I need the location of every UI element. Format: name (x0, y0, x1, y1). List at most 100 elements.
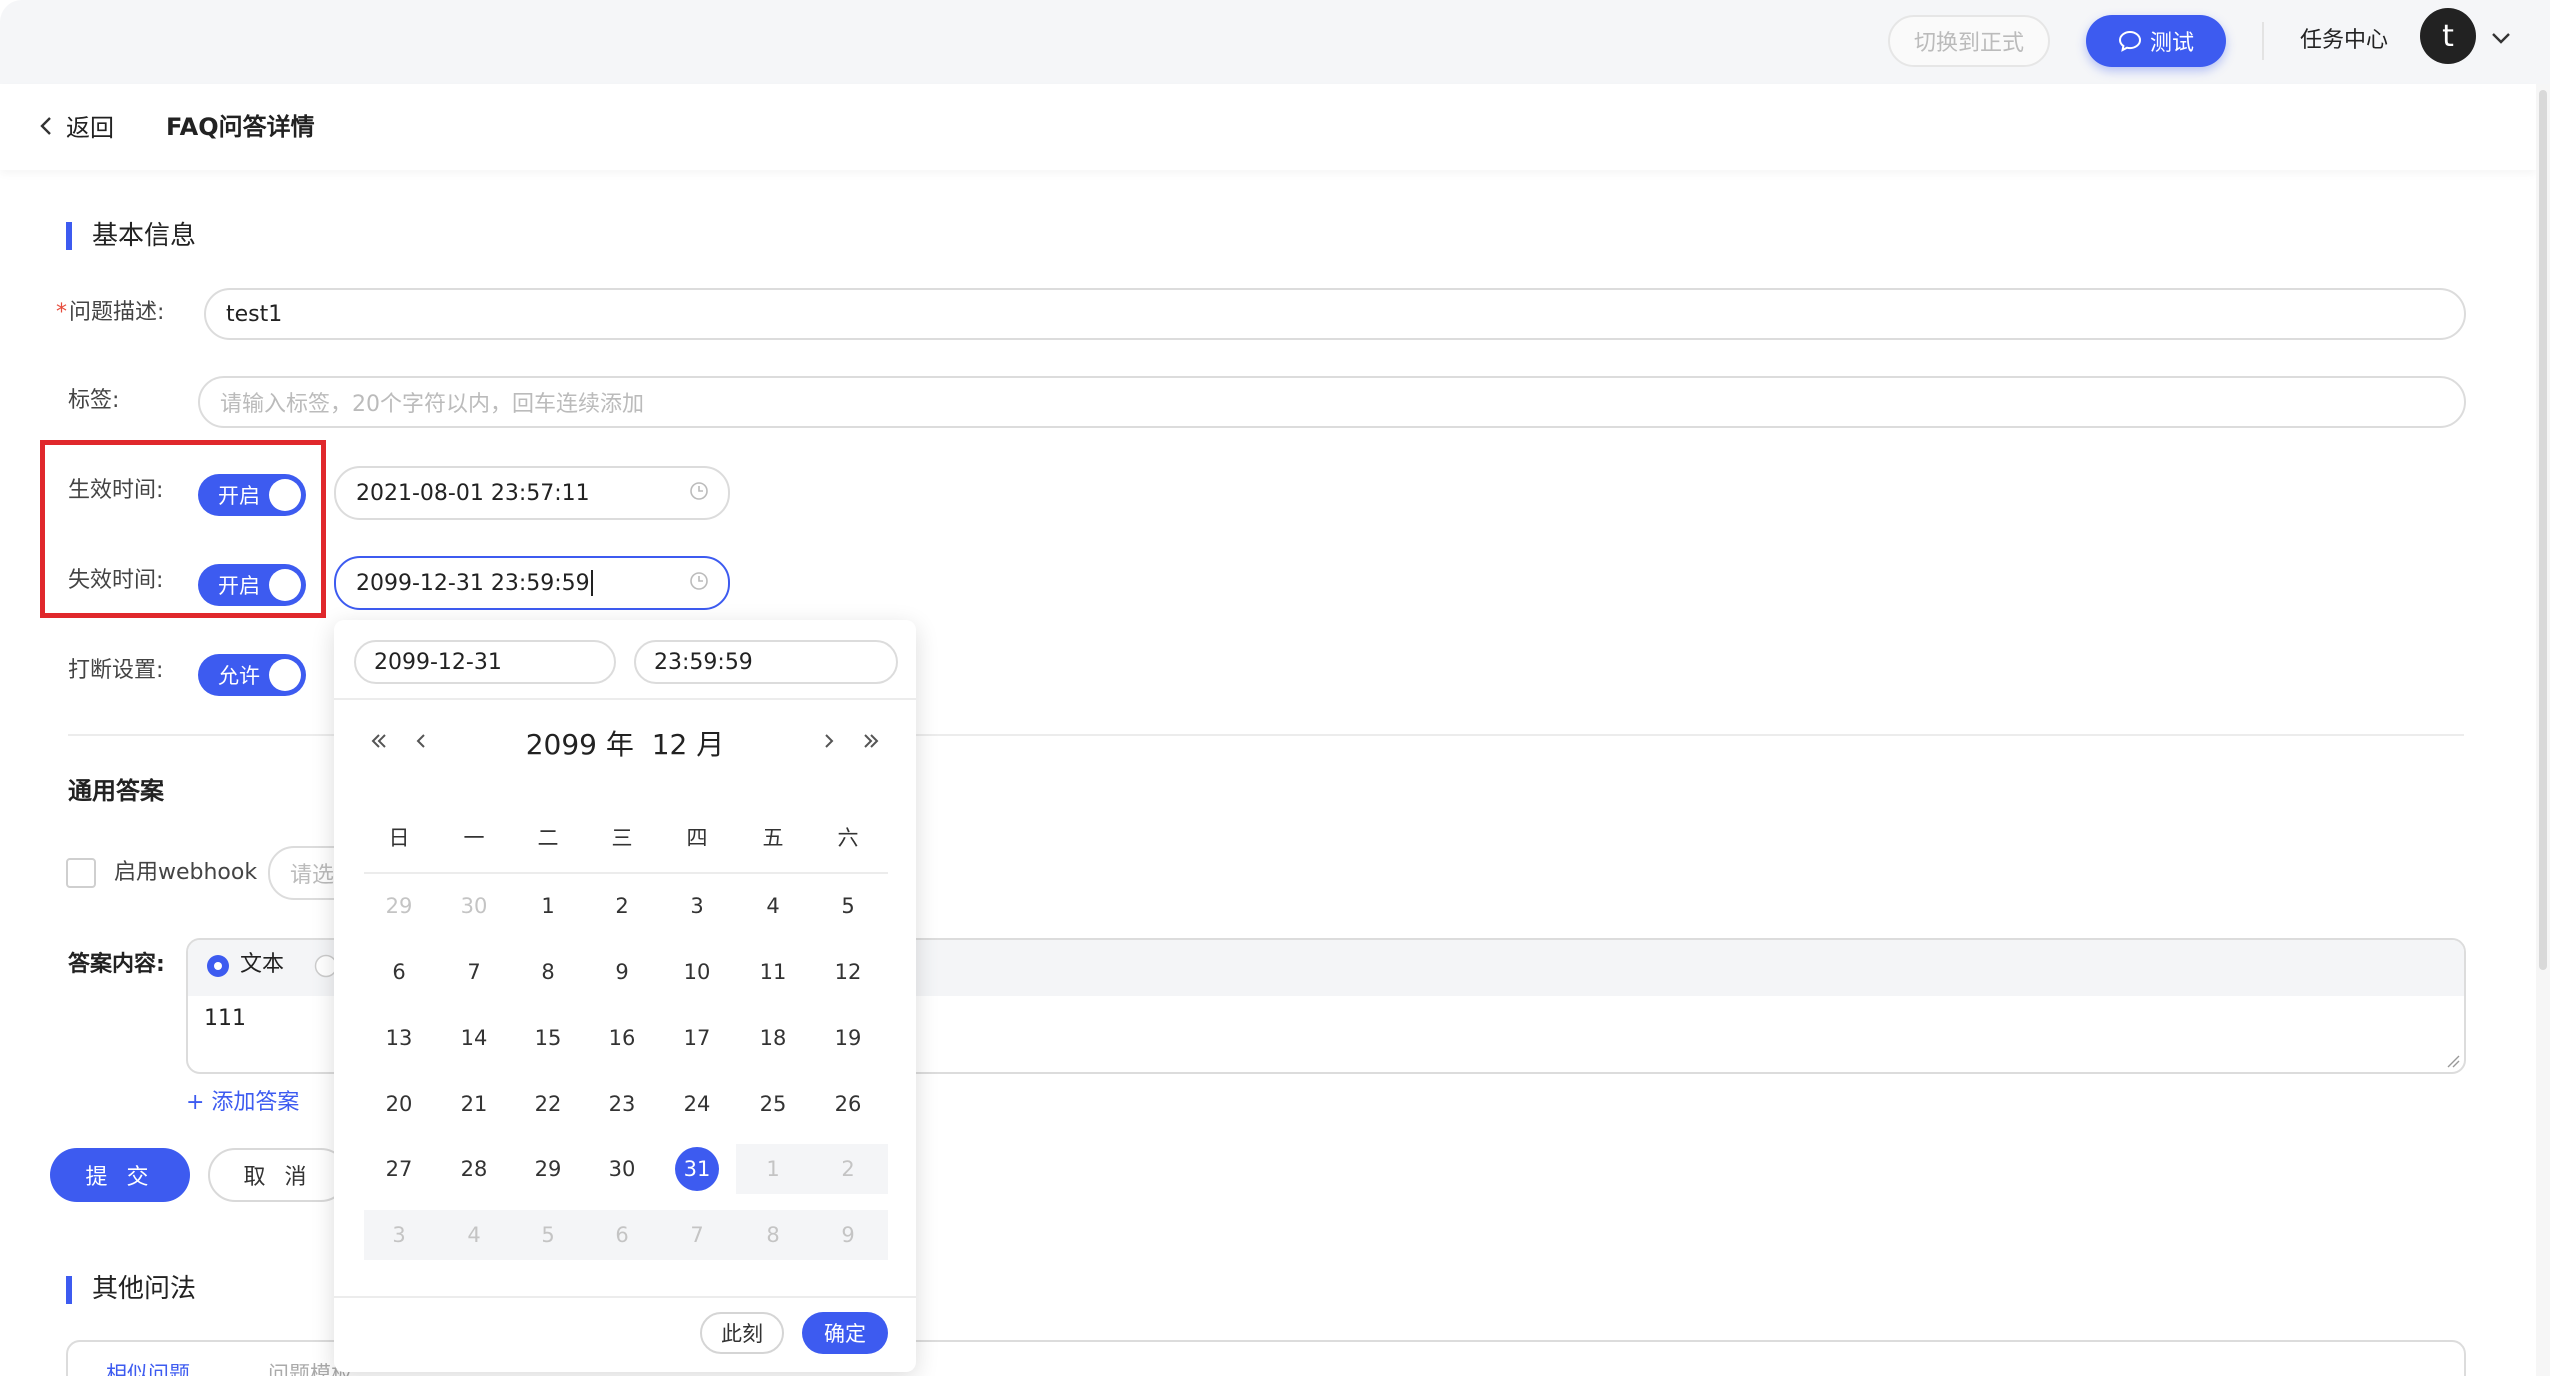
weekday-header: 二 (537, 826, 559, 850)
avatar[interactable]: t (2420, 8, 2476, 64)
calendar-day[interactable]: 7 (672, 1210, 722, 1260)
calendar-day[interactable]: 12 (823, 947, 873, 997)
submit-button[interactable]: 提 交 (50, 1148, 190, 1202)
calendar-day[interactable]: 18 (748, 1013, 798, 1063)
calendar-day[interactable]: 29 (523, 1144, 573, 1194)
effective-time-input[interactable]: 2021-08-01 23:57:11 (334, 466, 730, 520)
scrollbar-thumb[interactable] (2539, 90, 2547, 970)
calendar-day[interactable]: 5 (823, 881, 873, 931)
calendar-day[interactable]: 1 (748, 1144, 798, 1194)
calendar-day[interactable]: 6 (374, 947, 424, 997)
calendar-day[interactable]: 8 (748, 1210, 798, 1260)
picker-date-value: 2099-12-31 (374, 649, 502, 675)
calendar-day[interactable]: 25 (748, 1079, 798, 1129)
calendar-day[interactable]: 9 (823, 1210, 873, 1260)
picker-time-input[interactable]: 23:59:59 (634, 640, 898, 684)
weekday-header: 六 (837, 826, 859, 850)
text-radio-label: 文本 (240, 952, 285, 977)
calendar-day[interactable]: 16 (597, 1013, 647, 1063)
calendar-day[interactable]: 27 (374, 1144, 424, 1194)
page-title: FAQ问答详情 (166, 113, 315, 141)
calendar-day[interactable]: 13 (374, 1013, 424, 1063)
expire-time-value: 2099-12-31 23:59:59 (356, 570, 590, 596)
calendar-day[interactable]: 10 (672, 947, 722, 997)
chat-bubble-icon (2118, 30, 2141, 52)
weekday-header: 五 (762, 826, 784, 850)
weekday-header: 一 (463, 826, 485, 850)
picker-date-input[interactable]: 2099-12-31 (354, 640, 616, 684)
calendar-day[interactable]: 29 (374, 881, 424, 931)
calendar-day[interactable]: 4 (748, 881, 798, 931)
answer-text: 111 (204, 1006, 246, 1031)
back-label: 返回 (66, 114, 114, 142)
expire-time-input[interactable]: 2099-12-31 23:59:59 (334, 556, 730, 610)
picker-month[interactable]: 12 月 (652, 728, 725, 761)
calendar-day[interactable]: 14 (449, 1013, 499, 1063)
question-label: *问题描述: (56, 296, 164, 330)
calendar-day-selected[interactable]: 31 (672, 1144, 722, 1194)
calendar-day[interactable]: 4 (449, 1210, 499, 1260)
calendar-day[interactable]: 6 (597, 1210, 647, 1260)
question-input[interactable]: test1 (204, 288, 2466, 340)
calendar-day[interactable]: 30 (597, 1144, 647, 1194)
general-answer-title: 通用答案 (68, 777, 164, 805)
picker-year[interactable]: 2099 年 (526, 728, 634, 761)
calendar-day[interactable]: 26 (823, 1079, 873, 1129)
page-header (0, 84, 2536, 170)
weekday-header: 三 (611, 826, 633, 850)
calendar-day[interactable]: 9 (597, 947, 647, 997)
required-mark: * (56, 300, 67, 325)
calendar-day[interactable]: 1 (523, 881, 573, 931)
webhook-checkbox[interactable] (66, 858, 96, 888)
calendar-day[interactable]: 22 (523, 1079, 573, 1129)
annotation-highlight-box (40, 440, 326, 618)
picker-footer-divider (334, 1296, 916, 1298)
calendar-day[interactable]: 19 (823, 1013, 873, 1063)
calendar-day[interactable]: 2 (823, 1144, 873, 1194)
resize-grip-icon[interactable] (2446, 1054, 2460, 1068)
cancel-button[interactable]: 取 消 (208, 1148, 348, 1202)
tab-similar-questions[interactable]: 相似问题 (106, 1358, 190, 1376)
answer-content-label: 答案内容: (68, 952, 165, 977)
task-center-link[interactable]: 任务中心 (2300, 24, 2388, 58)
calendar-day[interactable]: 17 (672, 1013, 722, 1063)
section-marker (66, 222, 72, 250)
switch-to-production-button[interactable]: 切换到正式 (1888, 15, 2050, 67)
picker-divider (334, 698, 916, 700)
interrupt-toggle-label: 允许 (218, 664, 260, 688)
calendar-day[interactable]: 15 (523, 1013, 573, 1063)
calendar-day[interactable]: 24 (672, 1079, 722, 1129)
next-month-icon[interactable] (816, 728, 842, 754)
text-cursor (590, 570, 593, 596)
next-year-icon[interactable] (858, 728, 884, 754)
add-answer-link[interactable]: + 添加答案 (186, 1086, 299, 1120)
confirm-button[interactable]: 确定 (802, 1312, 888, 1354)
calendar-day[interactable]: 2 (597, 881, 647, 931)
interrupt-toggle[interactable]: 允许 (198, 654, 306, 696)
question-value: test1 (226, 301, 283, 327)
calendar-day[interactable]: 21 (449, 1079, 499, 1129)
chevron-down-icon[interactable] (2487, 24, 2515, 52)
calendar-day[interactable]: 28 (449, 1144, 499, 1194)
calendar-day[interactable]: 30 (449, 881, 499, 931)
chevron-left-icon (40, 116, 51, 135)
calendar-day[interactable]: 7 (449, 947, 499, 997)
calendar-day[interactable]: 11 (748, 947, 798, 997)
basic-info-title: 基本信息 (92, 221, 197, 251)
tags-input[interactable]: 请输入标签，20个字符以内，回车连续添加 (198, 376, 2466, 428)
calendar-day[interactable]: 5 (523, 1210, 573, 1260)
toggle-knob (269, 659, 301, 691)
tags-placeholder: 请输入标签，20个字符以内，回车连续添加 (220, 392, 644, 417)
radio-selected-icon[interactable] (206, 954, 230, 978)
calendar-day[interactable]: 8 (523, 947, 573, 997)
calendar-day[interactable]: 3 (374, 1210, 424, 1260)
calendar-day[interactable]: 20 (374, 1079, 424, 1129)
test-button[interactable]: 测试 (2086, 15, 2226, 67)
now-button[interactable]: 此刻 (700, 1312, 784, 1354)
effective-time-value: 2021-08-01 23:57:11 (356, 480, 590, 506)
question-label-text: 问题描述: (69, 300, 165, 325)
back-button[interactable]: 返回 (38, 108, 114, 143)
clock-icon (690, 482, 708, 500)
calendar-day[interactable]: 23 (597, 1079, 647, 1129)
calendar-day[interactable]: 3 (672, 881, 722, 931)
